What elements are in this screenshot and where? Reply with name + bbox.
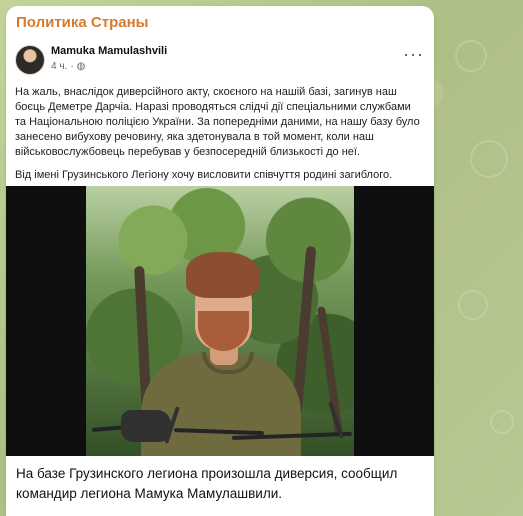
hair-shape — [186, 252, 260, 298]
author-avatar[interactable] — [15, 45, 45, 75]
photo-scene — [86, 186, 354, 456]
post-paragraph: На жаль, внаслідок диверсійного акту, ск… — [15, 86, 420, 158]
background-doodle — [458, 290, 488, 320]
post-meta: 4 ч. · ◍ — [51, 61, 85, 72]
background-doodle — [470, 140, 508, 178]
post-body: На жаль, внаслідок диверсійного акту, ск… — [15, 85, 420, 191]
message-photo[interactable] — [6, 186, 434, 456]
separator-dot: · — [70, 61, 74, 72]
photo-subject — [86, 186, 354, 456]
globe-icon: ◍ — [76, 61, 86, 72]
post-author[interactable]: Mamuka Mamulashvili — [51, 45, 167, 57]
facebook-post-card: Mamuka Mamulashvili 4 ч. · ◍ ··· На жаль… — [6, 38, 434, 186]
post-paragraph: Від імені Грузинського Легіону хочу висл… — [15, 169, 393, 181]
more-horizontal-icon[interactable]: ··· — [403, 45, 424, 63]
channel-name[interactable]: Политика Страны — [16, 14, 148, 31]
background-doodle — [455, 40, 487, 72]
background-doodle — [490, 410, 514, 434]
post-time[interactable]: 4 ч. — [51, 61, 67, 72]
channel-message[interactable]: Политика Страны Mamuka Mamulashvili 4 ч.… — [6, 6, 434, 516]
drone-body — [121, 410, 171, 442]
message-caption: На базе Грузинского легиона произошла ди… — [16, 466, 398, 501]
